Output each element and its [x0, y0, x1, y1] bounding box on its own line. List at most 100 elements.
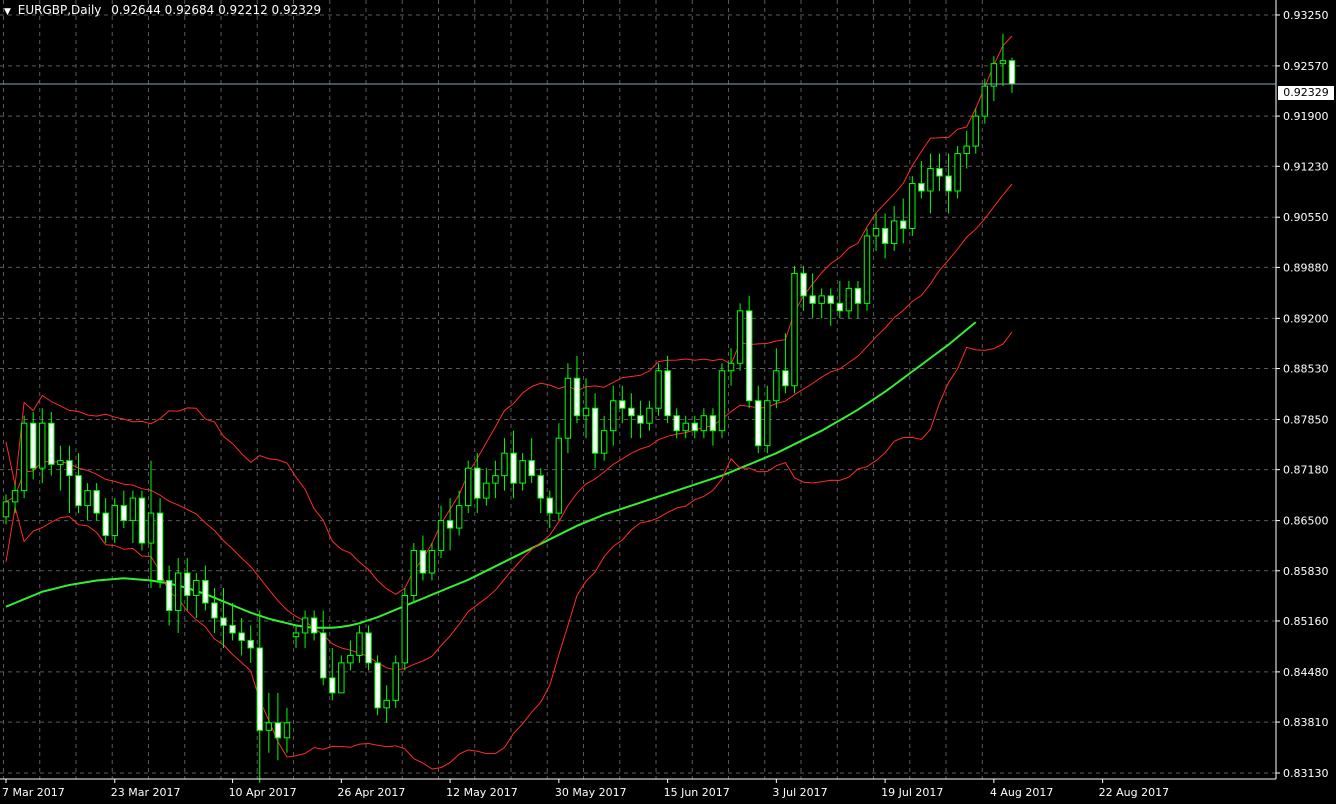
candle — [700, 408, 708, 439]
y-tick-label: 0.83810 — [1283, 716, 1329, 729]
candle-body-up — [990, 63, 998, 87]
ohlc-values: 0.92644 0.92684 0.92212 0.92329 — [111, 3, 322, 17]
candle — [274, 692, 282, 761]
candle — [881, 213, 889, 259]
candle — [229, 602, 236, 641]
candle-body-up — [909, 183, 916, 229]
candle — [129, 490, 137, 544]
candle — [890, 205, 898, 251]
candle — [356, 625, 363, 663]
candle-body-down — [319, 632, 327, 679]
candle — [20, 415, 28, 499]
candle — [510, 430, 517, 499]
candle — [845, 280, 853, 319]
candle — [736, 303, 744, 371]
candle-body-down — [745, 310, 753, 402]
candle — [292, 625, 300, 648]
y-tick-label: 0.86500 — [1283, 515, 1329, 528]
y-tick-label: 0.83130 — [1283, 767, 1329, 780]
price-chart[interactable]: 0.93250 0.92570 0.91900 0.91230 0.90550 0.898… — [0, 0, 1336, 804]
axes: 0.93250 0.92570 0.91900 0.91230 0.90550 0.898… — [0, 0, 1329, 799]
candle — [410, 543, 418, 603]
y-tick-label: 0.85160 — [1283, 615, 1329, 628]
candle-body-up — [347, 654, 354, 664]
candle — [202, 565, 209, 611]
candle-body-up — [265, 722, 273, 731]
grid — [0, 0, 1276, 779]
candle-body-down — [809, 295, 816, 304]
candle-body-down — [247, 639, 254, 649]
candle — [120, 490, 128, 529]
candle — [727, 348, 735, 386]
candle-body-down — [120, 505, 128, 522]
candle-body-down — [619, 400, 626, 409]
candle-body-down — [202, 580, 209, 604]
candle — [546, 490, 554, 529]
x-tick-label: 30 May 2017 — [555, 786, 627, 799]
candle — [193, 573, 200, 618]
y-tick-label: 0.90550 — [1283, 211, 1329, 224]
candle-body-up — [972, 115, 979, 147]
candle-body-up — [57, 460, 64, 465]
candle-body-down — [229, 624, 236, 634]
candle — [48, 411, 55, 476]
candle — [990, 56, 998, 102]
candle-body-down — [918, 183, 925, 192]
candle-body-up — [863, 235, 871, 304]
candle-body-up — [483, 482, 490, 499]
candle — [664, 355, 671, 424]
candle-body-up — [11, 490, 19, 503]
candle — [483, 468, 490, 506]
symbol-header[interactable]: ▼ EURGBP,Daily 0.92644 0.92684 0.92212 0… — [4, 3, 321, 17]
candle — [854, 280, 862, 319]
candle — [184, 558, 191, 611]
candle — [745, 295, 753, 409]
candle — [755, 385, 762, 454]
candle-body-up — [845, 287, 853, 312]
candles-layer — [2, 33, 1016, 783]
y-tick-label: 0.85830 — [1283, 565, 1329, 578]
candle — [165, 565, 173, 626]
candle-body-up — [356, 632, 363, 656]
candle-body-down — [165, 580, 173, 611]
candle-body-down — [836, 302, 844, 312]
y-tick-label: 0.87180 — [1283, 464, 1329, 477]
candle-body-down — [365, 632, 372, 664]
candle-body-down — [329, 677, 336, 694]
candle — [528, 438, 535, 484]
candle-body-up — [501, 452, 508, 477]
candle — [11, 483, 19, 514]
candle — [718, 363, 726, 439]
candle-body-down — [800, 272, 807, 297]
candle — [972, 108, 979, 154]
x-tick-label: 15 Jun 2017 — [664, 786, 730, 799]
candle — [57, 445, 64, 491]
candle-body-down — [29, 422, 37, 469]
x-tick-label: 12 May 2017 — [446, 786, 518, 799]
header-dropdown-icon[interactable]: ▼ — [4, 7, 11, 17]
candle-body-up — [455, 505, 463, 529]
candle — [111, 498, 118, 544]
candle — [338, 655, 345, 694]
candle-body-up — [392, 662, 399, 701]
candle — [773, 348, 780, 409]
candle — [428, 543, 436, 581]
candle — [999, 33, 1007, 87]
candle-body-down — [184, 572, 191, 596]
candle — [138, 490, 146, 551]
candle-body-down — [637, 415, 644, 424]
candle — [492, 460, 499, 499]
candle-body-up — [338, 662, 345, 694]
candle-body-down — [102, 512, 109, 537]
candle-body-down — [881, 227, 889, 244]
candle-body-up — [84, 490, 91, 507]
candle-body-up — [890, 220, 898, 244]
candle-body-up — [600, 430, 608, 454]
candle-body-down — [900, 220, 907, 229]
candle-body-down — [256, 647, 263, 731]
candle-body-down — [537, 475, 544, 499]
candle-body-down — [1008, 60, 1016, 85]
candle-body-up — [954, 153, 961, 192]
candle — [863, 228, 871, 311]
candle — [247, 625, 254, 663]
